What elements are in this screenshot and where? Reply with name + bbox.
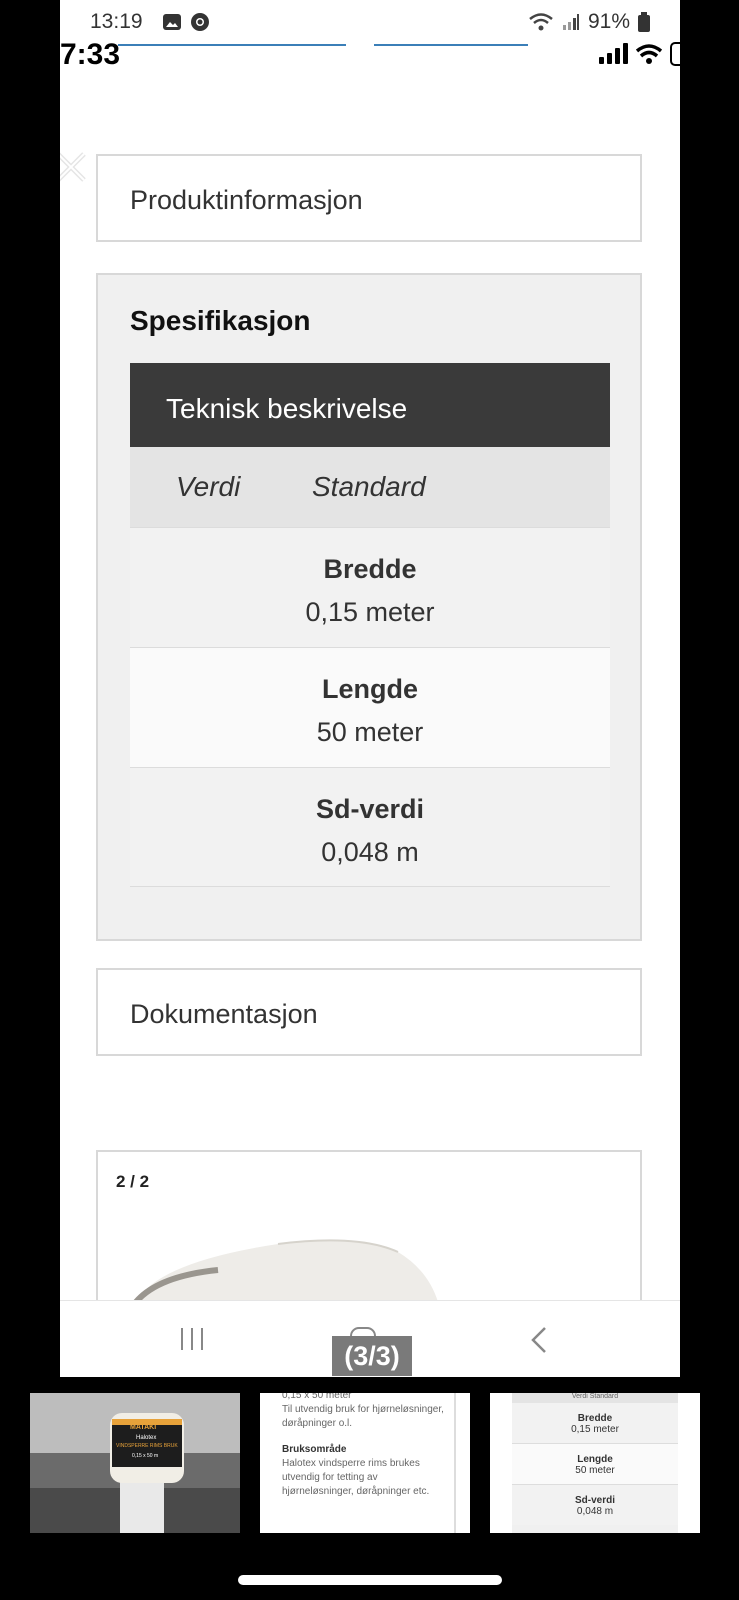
- thumbnail-text-line: 0,15 x 50 meter: [282, 1393, 352, 1401]
- accordion-product-info-label: Produktinformasjon: [130, 185, 363, 215]
- thumbnail-row-value: 0,15 meter: [571, 1424, 619, 1435]
- thumbnail-row-label: Bredde: [577, 1413, 613, 1424]
- thumbnail-text-line: døråpninger o.l.: [282, 1418, 353, 1429]
- status-time: 13:19: [90, 10, 143, 33]
- specification-panel: Spesifikasjon Teknisk beskrivelse Verdi …: [96, 273, 642, 941]
- thumbnail-3[interactable]: Verdi Standard Bredde 0,15 meter Lengde …: [490, 1393, 700, 1533]
- specification-title: Spesifikasjon: [130, 305, 311, 336]
- page-indicator: (3/3): [332, 1336, 412, 1376]
- battery-icon-inner: [670, 42, 680, 66]
- row-value: 0,15 meter: [305, 597, 435, 627]
- column-verdi: Verdi: [176, 471, 241, 502]
- inner-status-time: 7:33: [60, 38, 121, 71]
- thumbnail-row-value: 50 meter: [575, 1465, 615, 1476]
- battery-icon: [638, 12, 650, 32]
- row-label: Bredde: [323, 554, 417, 584]
- gallery-icon: [163, 14, 181, 30]
- cellular-icon: [599, 43, 628, 64]
- thumbnail-product: Halotex: [136, 1435, 157, 1441]
- thumbnail-product-line: VINDSPERRE RIMS BRUK: [116, 1443, 178, 1449]
- close-icon[interactable]: [60, 150, 88, 184]
- battery-percent: 91%: [587, 10, 630, 33]
- spec-table-header-label: Teknisk beskrivelse: [166, 393, 408, 424]
- thumbnail-text-line: Halotex vindsperre rims brukes: [282, 1458, 420, 1469]
- back-icon[interactable]: [528, 1325, 550, 1355]
- wifi-icon-inner: [636, 44, 662, 64]
- inner-status-bar: 7:33: [60, 38, 680, 72]
- accordion-documentation[interactable]: Dokumentasjon: [96, 968, 642, 1056]
- spec-table: Teknisk beskrivelse Verdi Standard Bredd…: [130, 363, 610, 887]
- accordion-product-info[interactable]: Produktinformasjon: [96, 154, 642, 242]
- image-gallery[interactable]: 2 / 2: [96, 1150, 642, 1320]
- chrome-icon: [191, 13, 209, 31]
- table-row: Lengde 50 meter: [130, 647, 610, 767]
- column-standard: Standard: [312, 471, 426, 502]
- signal-icon: [562, 14, 579, 30]
- table-row: Sd-verdi 0,048 m: [130, 767, 610, 887]
- thumbnail-size: 0,15 x 50 m: [132, 1453, 159, 1459]
- thumbnail-2[interactable]: 0,15 x 50 meter Til utvendig bruk for hj…: [260, 1393, 470, 1533]
- thumbnail-text-line: hjørneløsninger, døråpninger etc.: [282, 1486, 430, 1497]
- thumbnail-text-line: utvendig for tetting av: [282, 1472, 378, 1483]
- thumbnail-1[interactable]: MATAKI Halotex VINDSPERRE RIMS BRUK 0,15…: [30, 1393, 240, 1533]
- thumbnail-row-label: Sd-verdi: [574, 1495, 615, 1506]
- screenshot-viewer: 13:19 91% 7:33 Produktinformasjon Spesif…: [60, 0, 680, 1377]
- thumbnail-columns: Verdi Standard: [512, 1393, 678, 1403]
- row-label: Sd-verdi: [315, 794, 425, 824]
- row-value: 0,048 m: [321, 837, 419, 867]
- spec-table-header: Teknisk beskrivelse: [130, 363, 610, 447]
- thumbnail-photo: [30, 1393, 240, 1533]
- home-indicator[interactable]: [238, 1575, 502, 1585]
- thumbnail-heading: Bruksområde: [282, 1444, 347, 1455]
- accordion-documentation-label: Dokumentasjon: [130, 999, 318, 1029]
- row-value: 50 meter: [316, 717, 424, 747]
- row-label: Lengde: [321, 674, 418, 704]
- thumbnail-row-value: 0,048 m: [576, 1506, 614, 1517]
- product-roll-image: [133, 1239, 438, 1305]
- thumbnail-text-line: Til utvendig bruk for hjørneløsninger,: [282, 1404, 444, 1415]
- wifi-icon: [529, 13, 553, 31]
- table-row: Bredde 0,15 meter: [130, 527, 610, 647]
- thumbnail-row-label: Lengde: [577, 1454, 613, 1465]
- thumbnail-brand: MATAKI: [130, 1424, 157, 1431]
- spec-table-columns: Verdi Standard: [130, 447, 610, 527]
- recent-apps-icon[interactable]: [178, 1325, 206, 1353]
